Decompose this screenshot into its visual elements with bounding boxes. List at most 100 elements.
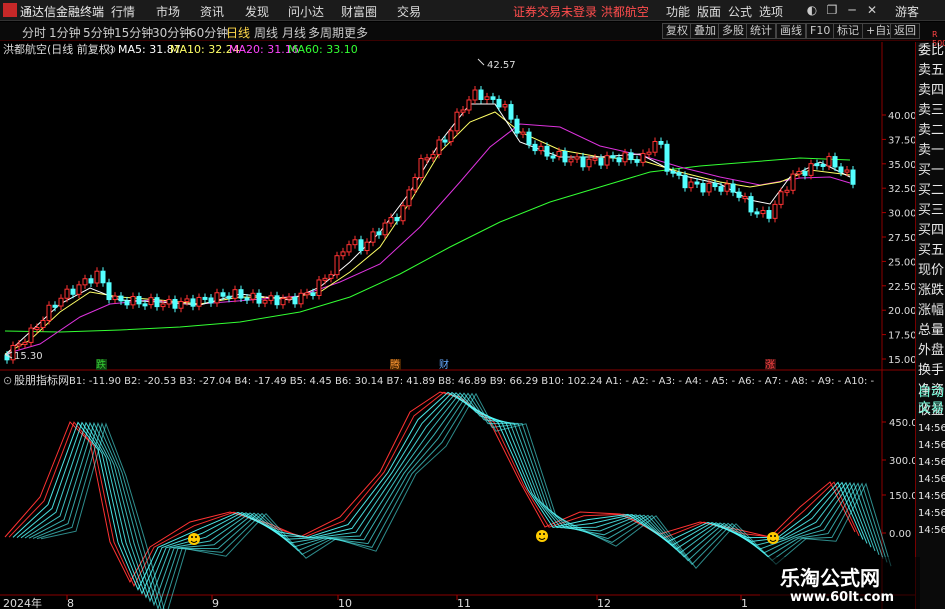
- biaoji-button[interactable]: 标记: [833, 23, 863, 39]
- back-button[interactable]: 返回: [890, 23, 920, 39]
- candle-body: [598, 157, 604, 166]
- indicator-line: [12, 391, 864, 591]
- candle-body: [82, 278, 88, 286]
- event-tag-zhang[interactable]: 涨: [765, 359, 775, 371]
- event-tag-die[interactable]: 跌: [96, 358, 106, 371]
- menu-gongneng[interactable]: 功能: [666, 3, 690, 20]
- indicator-axis: 450.0 300.0 150.0 0.00: [882, 418, 915, 540]
- duogu-button[interactable]: 多股: [718, 23, 748, 39]
- candle-body: [664, 143, 670, 172]
- indicator-ribbon: [4, 391, 892, 609]
- candle-body: [724, 183, 730, 192]
- candle-body: [766, 210, 772, 219]
- price-tick-label: 35.00: [888, 160, 915, 171]
- candle-body: [22, 341, 28, 345]
- menu-zixun[interactable]: 资讯: [200, 3, 224, 20]
- candle-body: [100, 270, 106, 284]
- close-icon[interactable]: ✕: [863, 1, 881, 19]
- menu-xuanxiang[interactable]: 选项: [759, 3, 783, 20]
- candle-body: [580, 156, 586, 168]
- candle-body: [466, 99, 472, 111]
- legend-toggle-icon[interactable]: ⊙: [107, 43, 116, 56]
- candle-body: [166, 298, 172, 305]
- date-label-jan: 1: [741, 597, 748, 609]
- app-title: 通达信金融终端: [20, 5, 105, 19]
- side-panel-item: 涨跌: [918, 283, 945, 298]
- side-panel-item: 卖一: [918, 143, 945, 158]
- candle-body: [526, 131, 532, 145]
- high-marker: [477, 58, 485, 66]
- candle-body: [358, 239, 364, 252]
- high-label: 42.57: [487, 60, 516, 71]
- menu-jiaoyi[interactable]: 交易: [397, 3, 421, 20]
- candle-body: [40, 319, 46, 328]
- candle-body: [214, 292, 220, 304]
- restore-icon[interactable]: ❐: [823, 1, 841, 19]
- menu-hangqing[interactable]: 行情: [111, 3, 135, 20]
- candle-body: [334, 255, 340, 276]
- event-tag-teng[interactable]: 腾: [390, 358, 400, 371]
- event-tag-cai[interactable]: 财: [439, 358, 449, 371]
- side-panel-item: 14:56: [918, 491, 945, 502]
- side-panel-item[interactable]: 自动: [918, 386, 944, 400]
- candle-body: [58, 297, 64, 307]
- tab-fenshi[interactable]: 分时: [22, 24, 46, 41]
- price-tick-label: 25.00: [888, 257, 915, 268]
- huaxian-button[interactable]: 画线: [776, 23, 806, 39]
- side-panel-item: 买三: [918, 203, 945, 218]
- candle-body: [592, 157, 598, 161]
- side-panel-item[interactable]: 交易: [918, 402, 944, 416]
- tab-more[interactable]: 更多: [344, 24, 368, 41]
- indicator-values: B1: -11.90 B2: -20.53 B3: -27.04 B4: -17…: [69, 376, 875, 387]
- tab-15min[interactable]: 15分钟: [114, 24, 153, 41]
- tab-daily[interactable]: 日线: [226, 24, 250, 41]
- tab-monthly[interactable]: 月线: [282, 24, 306, 41]
- candle-body: [376, 231, 382, 236]
- candle-body: [604, 155, 610, 166]
- tab-60min[interactable]: 60分钟: [189, 24, 228, 41]
- candle-body: [388, 216, 394, 224]
- tab-multi[interactable]: 多周期: [308, 24, 344, 41]
- candle-body: [748, 196, 754, 213]
- menu-wenxiaoda[interactable]: 问小达: [288, 3, 324, 20]
- fuquan-button[interactable]: 复权: [662, 23, 692, 39]
- menu-banmian[interactable]: 版面: [697, 3, 721, 20]
- kline-chart[interactable]: 洪都航空(日线 前复权) ⊙ MA5: 31.87 MA10: 32.24 MA…: [0, 42, 915, 609]
- side-panel-item: 买一: [918, 163, 945, 178]
- candle-body: [226, 295, 232, 299]
- skin-icon[interactable]: ◐: [803, 1, 821, 19]
- stock-legend: 洪都航空(日线 前复权): [3, 42, 114, 56]
- ma60-legend: MA60: 33.10: [288, 43, 358, 56]
- price-tick-label: 32.50: [888, 184, 915, 195]
- guest-label[interactable]: 游客: [895, 3, 919, 20]
- menu-caifuquan[interactable]: 财富圈: [341, 3, 377, 20]
- candle-body: [262, 299, 268, 304]
- diejia-button[interactable]: 叠加: [690, 23, 720, 39]
- tongji-button[interactable]: 统计: [746, 23, 776, 39]
- ma60-line: [4, 157, 851, 333]
- candle-body: [820, 163, 826, 167]
- candle-body: [400, 205, 406, 222]
- candle-body: [610, 155, 616, 159]
- side-panel-item: 卖二: [918, 123, 945, 138]
- candle-body: [124, 300, 130, 306]
- candle-body: [106, 282, 112, 301]
- side-panel-item: 14:56: [918, 508, 945, 519]
- menu-gongshi[interactable]: 公式: [728, 3, 752, 20]
- tab-1min[interactable]: 1分钟: [49, 24, 81, 41]
- login-status: 证券交易未登录 洪都航空: [513, 5, 649, 19]
- low-label: 15.30: [14, 351, 43, 362]
- tab-30min[interactable]: 30分钟: [152, 24, 191, 41]
- candle-body: [94, 270, 100, 284]
- tab-5min[interactable]: 5分钟: [83, 24, 115, 41]
- candle-body: [760, 210, 766, 215]
- candle-body: [808, 163, 814, 176]
- candle-body: [628, 152, 634, 161]
- tab-weekly[interactable]: 周线: [254, 24, 278, 41]
- f10-button[interactable]: F10: [806, 23, 835, 39]
- candle-body: [826, 156, 832, 167]
- indicator-toggle-icon[interactable]: ⊙: [3, 374, 12, 387]
- minimize-icon[interactable]: ─: [843, 1, 861, 19]
- menu-faxian[interactable]: 发现: [245, 3, 269, 20]
- menu-shichang[interactable]: 市场: [156, 3, 180, 20]
